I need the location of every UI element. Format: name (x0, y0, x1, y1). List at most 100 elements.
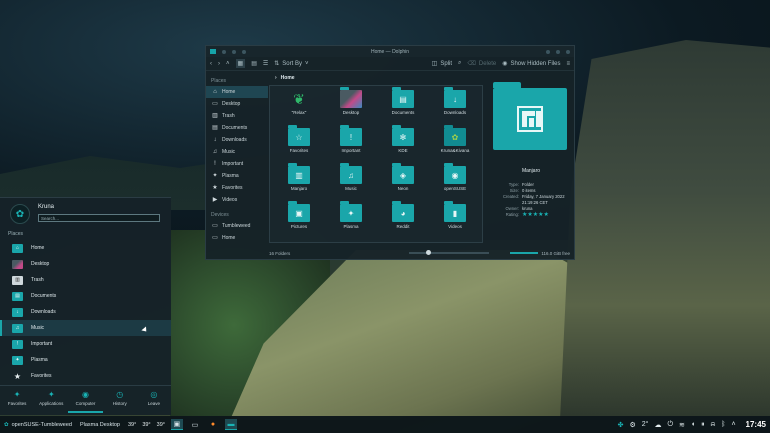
details-view-icon[interactable]: ☰ (263, 60, 268, 67)
cloud-icon[interactable]: ☁ (654, 421, 661, 429)
application-launcher-button[interactable]: ✿ openSUSE-Tumbleweed (4, 422, 72, 428)
file-item[interactable]: ↓ Downloads (434, 87, 476, 115)
tab-leave[interactable]: ◎ Leave (137, 386, 171, 413)
sidebar-item-favorites[interactable]: ★ Favorites (206, 182, 268, 194)
show-hidden-files-button[interactable]: ◉ Show Hidden Files (502, 60, 560, 68)
clock[interactable]: 17:45 (746, 420, 766, 429)
zoom-slider[interactable] (409, 250, 489, 255)
info-key: Rating: (505, 212, 519, 217)
launcher-tabs: ✦ Favorites ✦ Applications ◉ Computer ◷ History… (0, 385, 171, 413)
sidebar-item-home[interactable]: ⌂ Home (206, 86, 268, 98)
info-row: Created: Friday, 7 January 2022 21:19:26 … (489, 194, 573, 206)
file-item[interactable]: ◕ Reddit (382, 201, 424, 229)
expand-tray-icon[interactable]: ˄ (731, 421, 735, 428)
launcher-item-trash[interactable]: ▥ Trash (0, 272, 171, 288)
launcher-item-downloads[interactable]: ↓ Downloads (0, 304, 171, 320)
free-space-label: 116.0 GiB free (541, 250, 570, 256)
file-item[interactable]: ☆ Favorites (278, 125, 320, 153)
launcher-item-important[interactable]: ! Important (0, 336, 171, 352)
breadcrumb-home[interactable]: Home (281, 75, 295, 81)
sidebar-item-trash[interactable]: ▥ Trash (206, 110, 268, 122)
launcher-item-desktop[interactable]: Desktop (0, 256, 171, 272)
sidebar-item-music[interactable]: ♫ Music (206, 146, 268, 158)
file-item[interactable]: ▣ Pictures (278, 201, 320, 229)
sidebar-item-documents[interactable]: ▤ Documents (206, 122, 268, 134)
device-item-tumbleweed[interactable]: ▭ Tumbleweed (206, 220, 268, 232)
delete-button[interactable]: ⌫ Delete (467, 60, 497, 68)
breadcrumb[interactable]: › Home (269, 72, 484, 84)
file-item[interactable]: ✿ Kruna&Kivana (434, 125, 476, 153)
sidebar-item-label: Trash (222, 113, 235, 119)
rating-stars[interactable]: ★★★★★ (522, 212, 573, 218)
videos-folder-icon: ▮ (444, 201, 466, 222)
firefox-icon[interactable]: ● (207, 419, 219, 430)
home-icon: ⌂ (213, 89, 217, 95)
file-item[interactable]: ◈ Neon (382, 163, 424, 191)
file-item[interactable]: ▥ Manjaro (278, 163, 320, 191)
forward-icon[interactable]: › (218, 61, 220, 67)
power-icon[interactable]: ⏻ (667, 421, 673, 429)
file-item[interactable]: ✻ KDE (382, 125, 424, 153)
free-space-bar (510, 252, 539, 254)
info-key: Created: (502, 194, 519, 199)
trash-icon: ▥ (12, 275, 23, 285)
launcher-item-favorites[interactable]: ★ Favorites (0, 368, 171, 384)
close-button[interactable] (566, 49, 570, 54)
tab-computer[interactable]: ◉ Computer (68, 386, 103, 413)
volume-icon[interactable]: ◖ (691, 421, 695, 428)
window-titlebar[interactable]: Home — Dolphin (206, 46, 574, 57)
back-icon[interactable]: ‹ (210, 61, 212, 67)
tab-applications[interactable]: ✦ Applications (34, 386, 68, 413)
file-item[interactable]: ✦ Plasma (330, 201, 372, 229)
file-item[interactable]: ♫ Music (330, 163, 372, 191)
bluetooth-icon[interactable]: ᛒ (721, 421, 725, 428)
compact-view-icon[interactable]: ▤ (251, 60, 257, 67)
file-item[interactable]: ◉ openSUSE (434, 163, 476, 191)
cannabis-leaf-icon: ❦ (293, 90, 305, 107)
file-item[interactable]: ❦ "Relax" (278, 90, 320, 116)
maximize-button[interactable] (556, 49, 560, 54)
search-input[interactable]: Search... (38, 214, 160, 222)
dolphin-task-icon[interactable]: ▬ (224, 419, 237, 430)
file-item[interactable]: ▤ Documents (382, 87, 424, 115)
tab-favorites[interactable]: ✦ Favorites (0, 386, 34, 413)
weather-temp[interactable]: 2° (642, 421, 649, 428)
show-desktop-icon[interactable]: ▣ (170, 419, 183, 430)
search-icon[interactable]: ⌕ (458, 60, 461, 67)
hamburger-menu-icon[interactable]: ≡ (566, 61, 570, 67)
free-space[interactable]: 116.0 GiB free (510, 251, 570, 256)
zoom-slider-handle[interactable] (426, 250, 431, 255)
device-item-home[interactable]: ▭ Home (206, 232, 268, 244)
information-panel: Manjaro Type: Folder Size: 0 items Created: F… (489, 72, 573, 247)
file-item[interactable]: Desktop (330, 87, 372, 115)
sidebar-item-desktop[interactable]: ▭ Desktop (206, 98, 268, 110)
notifications-icon[interactable]: ⍾ (711, 421, 716, 429)
minimize-button[interactable] (546, 49, 550, 54)
sidebar-item-downloads[interactable]: ↓ Downloads (206, 134, 268, 146)
file-item[interactable]: ▮ Videos (434, 201, 476, 229)
gear-icon[interactable]: ⚙ (629, 421, 635, 429)
file-item[interactable]: ! Important (330, 125, 372, 153)
sidebar-item-videos[interactable]: ▶ Videos (206, 194, 268, 206)
tab-history[interactable]: ◷ History (103, 386, 137, 413)
plasma-icon: ✦ (212, 173, 218, 179)
terminal-icon[interactable]: ▭ (189, 419, 201, 430)
sidebar-item-plasma[interactable]: ✦ Plasma (206, 170, 268, 182)
icons-view-icon[interactable]: ▦ (235, 59, 246, 68)
file-view[interactable]: › Home ❦ "Relax" Desktop ▤ Documents ↓ Download… (269, 72, 484, 247)
sort-by-button[interactable]: ⇅ Sort By ˅ (274, 60, 308, 68)
tray-app-icon[interactable]: ✤ (618, 421, 624, 429)
launcher-item-documents[interactable]: ▤ Documents (0, 288, 171, 304)
media-icon[interactable]: ⏸ (701, 421, 705, 429)
launcher-item-plasma[interactable]: ✦ Plasma (0, 352, 171, 368)
wifi-icon[interactable]: ≋ (679, 421, 685, 429)
split-button[interactable]: ◫ Split (432, 60, 452, 68)
delete-label: Delete (478, 60, 497, 67)
up-icon[interactable]: ˄ (226, 61, 230, 67)
sidebar-item-important[interactable]: ! Important (206, 158, 268, 170)
avatar[interactable]: ✿ (10, 204, 30, 224)
launcher-item-home[interactable]: ⌂ Home (0, 240, 171, 256)
desktop-folder-icon (12, 259, 23, 269)
dolphin-window[interactable]: Home — Dolphin ‹ › ˄ ▦ ▤ ☰ ⇅ Sort By ˅ ◫… (205, 45, 575, 260)
icon-grid[interactable]: ❦ "Relax" Desktop ▤ Documents ↓ Downloads ☆ Favo… (269, 85, 483, 243)
